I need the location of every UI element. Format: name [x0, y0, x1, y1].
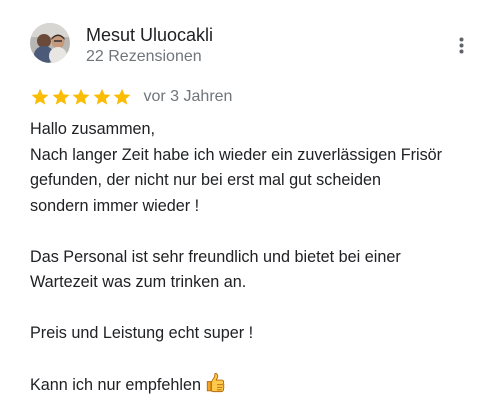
author-name[interactable]: Mesut Uluocakli — [86, 24, 213, 46]
review-text-line-content: sondern immer wieder ! — [30, 196, 200, 215]
star-icon — [92, 87, 112, 107]
review-text-line-content: Hallo zusammen, — [30, 120, 156, 138]
star-rating — [30, 87, 133, 107]
review-text-line-content: Nach langer Zeit habe ich wieder ein zuv… — [30, 145, 443, 164]
review-text-line: Preis und Leistung echt super ! — [30, 321, 485, 347]
review-text-line: Wartezeit was zum trinken an. — [30, 270, 485, 296]
review-text: Hallo zusammen, Nach langer Zeit habe ich… — [30, 117, 485, 399]
thumbs-up-icon — [205, 372, 227, 394]
star-icon — [71, 87, 91, 107]
review-text-line-content: Wartezeit was zum trinken an. — [30, 273, 247, 291]
review-text-line-content: Preis und Leistung echt super ! — [30, 324, 254, 342]
review-text-line: Hallo zusammen, — [30, 117, 485, 143]
review-text-line: gefunden, der nicht nur bei erst mal gut… — [30, 168, 485, 194]
star-icon — [112, 87, 132, 107]
star-icon — [30, 87, 50, 107]
star-icon — [51, 87, 71, 107]
review-text-line: Das Personal ist sehr freundlich und bie… — [30, 245, 485, 271]
review-text-line: Nach langer Zeit habe ich wieder ein zuv… — [30, 143, 485, 169]
review-text-line: sondern immer wieder ! — [30, 194, 485, 220]
review-card: Mesut Uluocakli 22 Rezensionen vor 3 Jah… — [0, 0, 495, 420]
review-text-line-content: gefunden, der nicht nur bei erst mal gut… — [30, 171, 381, 189]
author-review-count: 22 Rezensionen — [86, 48, 202, 65]
review-text-line-content: Kann ich nur empfehlen — [30, 376, 201, 394]
review-text-line: Kann ich nur empfehlen — [30, 372, 485, 399]
more-options-button[interactable] — [448, 30, 472, 60]
avatar[interactable] — [30, 23, 70, 63]
more-vertical-icon — [459, 37, 464, 54]
review-date: vor 3 Jahren — [143, 88, 233, 105]
rating-row: vor 3 Jahren — [30, 86, 232, 108]
review-text-line-content: Das Personal ist sehr freundlich und bie… — [30, 247, 401, 266]
